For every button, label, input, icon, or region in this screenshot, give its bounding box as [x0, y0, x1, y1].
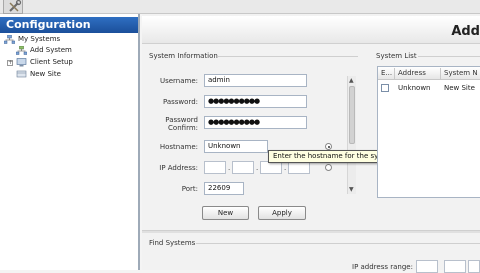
- network-icon: [4, 34, 15, 44]
- tree-item-label: Client Setup: [30, 58, 73, 66]
- scroll-thumb[interactable]: [349, 86, 355, 144]
- group-divider: [196, 243, 480, 244]
- scroll-up-arrow-icon[interactable]: ▲: [349, 77, 354, 84]
- apply-button[interactable]: Apply: [258, 206, 306, 220]
- group-divider: [218, 56, 358, 57]
- ip-separator: .: [228, 164, 231, 172]
- hostname-field[interactable]: Unknown: [204, 140, 268, 153]
- tree-item-label: New Site: [30, 70, 61, 78]
- top-toolbar: [0, 0, 480, 14]
- system-information-group-label: System Information: [149, 52, 218, 60]
- new-button[interactable]: New: [202, 206, 249, 220]
- ip-octet-2[interactable]: [232, 161, 254, 174]
- username-label: Username:: [159, 77, 198, 85]
- password-field[interactable]: ●●●●●●●●●●: [204, 95, 307, 108]
- scroll-down-arrow-icon[interactable]: ▼: [349, 186, 354, 193]
- ip-range-octet-3[interactable]: [468, 260, 480, 273]
- find-systems-group-label: Find Systems: [149, 239, 196, 247]
- table-row[interactable]: Unknown New Site: [378, 82, 480, 94]
- wrench-icon: [9, 0, 22, 12]
- form-scrollbar[interactable]: ▲ ▼: [347, 76, 356, 194]
- column-separator[interactable]: [394, 68, 395, 79]
- sidebar: Configuration My Systems Add System + Cl…: [0, 14, 140, 270]
- column-header-enabled[interactable]: E...: [381, 69, 392, 77]
- table-header: E... Address System N: [378, 67, 480, 80]
- tree-item-add-system[interactable]: Add System: [16, 45, 72, 56]
- column-separator[interactable]: [440, 68, 441, 79]
- tools-button[interactable]: [3, 0, 23, 14]
- sidebar-title: Configuration: [0, 17, 138, 33]
- cell-system-name: New Site: [444, 84, 475, 92]
- ip-octet-1[interactable]: [204, 161, 226, 174]
- tree-item-new-site[interactable]: New Site: [16, 69, 61, 80]
- system-list-table[interactable]: E... Address System N Unknown New Site: [377, 66, 480, 198]
- computer-icon: [16, 57, 27, 66]
- cell-address: Unknown: [398, 84, 431, 92]
- system-list-group-label: System List: [376, 52, 417, 60]
- row-checkbox[interactable]: [381, 84, 389, 92]
- tree-item-my-systems[interactable]: My Systems: [4, 34, 60, 45]
- section-divider: [142, 230, 480, 233]
- password-confirm-label-line1: Password: [165, 116, 198, 124]
- ip-address-radio[interactable]: [325, 164, 332, 171]
- ip-range-octet-1[interactable]: [416, 260, 438, 273]
- password-confirm-label-line2: Confirm:: [168, 124, 198, 132]
- hostname-radio[interactable]: [325, 143, 332, 150]
- column-header-address[interactable]: Address: [398, 69, 426, 77]
- group-divider: [418, 56, 480, 57]
- ip-range-octet-2[interactable]: [444, 260, 466, 273]
- expand-toggle[interactable]: +: [7, 60, 13, 66]
- password-confirm-field[interactable]: ●●●●●●●●●●: [204, 116, 307, 129]
- password-label: Password:: [162, 98, 198, 106]
- ip-separator: .: [256, 164, 259, 172]
- ip-address-label: IP Address:: [159, 164, 198, 172]
- username-field[interactable]: admin: [204, 74, 307, 87]
- ip-separator: .: [284, 164, 287, 172]
- network-add-icon: [16, 45, 27, 55]
- port-field[interactable]: 22609: [204, 182, 244, 195]
- title-band: [142, 16, 480, 44]
- tree-item-label: Add System: [30, 46, 72, 54]
- tree-item-label: My Systems: [18, 35, 61, 43]
- tree-item-client-setup[interactable]: Client Setup: [16, 57, 73, 68]
- page-title: Add: [451, 24, 480, 39]
- hostname-label: Hostname:: [159, 143, 198, 151]
- port-label: Port:: [181, 185, 198, 193]
- column-header-system-name[interactable]: System N: [444, 69, 478, 77]
- site-icon: [16, 70, 27, 77]
